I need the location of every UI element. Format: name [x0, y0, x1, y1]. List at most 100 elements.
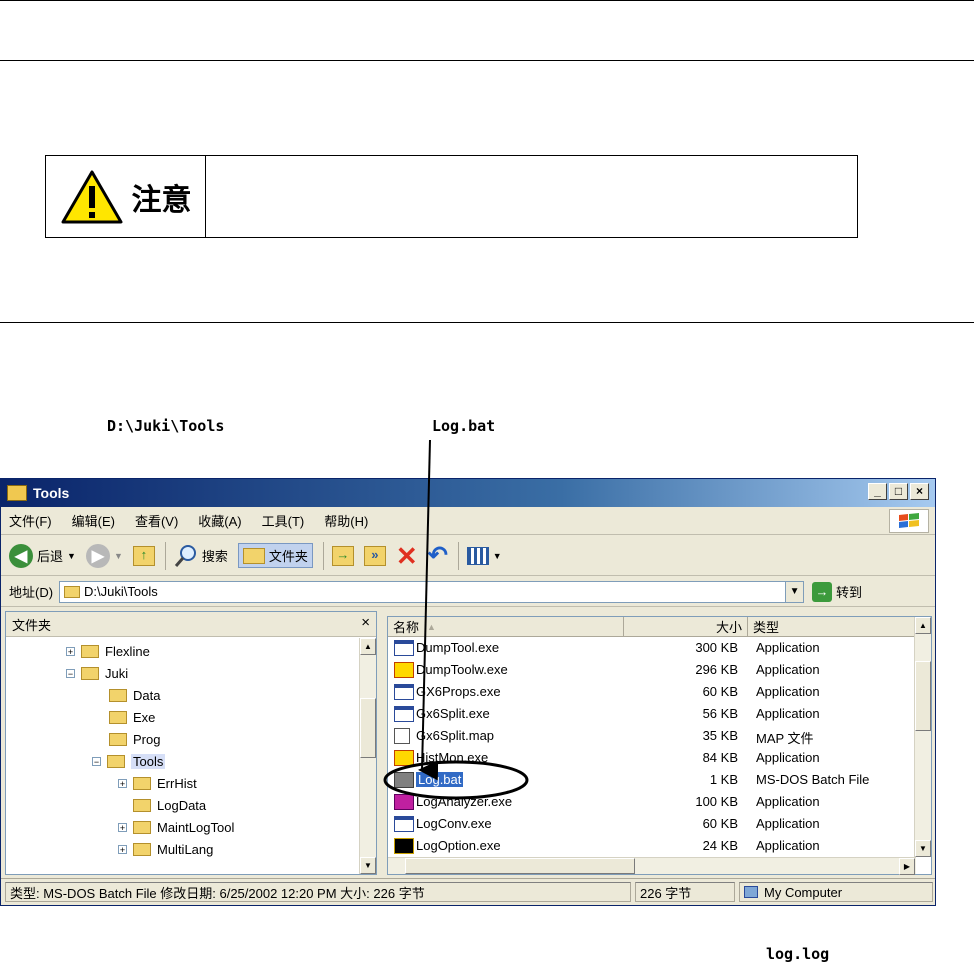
scroll-up-icon[interactable]: ▲	[360, 638, 376, 655]
tree-item-flexline[interactable]: + Flexline	[66, 640, 150, 662]
delete-button[interactable]: ✕	[396, 543, 418, 569]
folder-icon	[133, 798, 151, 812]
collapse-icon[interactable]: −	[92, 756, 101, 766]
expand-icon[interactable]: +	[118, 844, 127, 854]
menu-edit[interactable]: 编辑(E)	[72, 511, 115, 530]
file-list-hscrollbar[interactable]: ▶	[388, 857, 916, 875]
scroll-down-icon[interactable]: ▼	[360, 857, 376, 874]
collapse-icon[interactable]: −	[66, 668, 75, 678]
file-size: 300 KB	[695, 640, 738, 655]
window-title: Tools	[33, 485, 70, 501]
file-row-loganalyzer[interactable]: LogAnalyzer.exe 100 KB Application	[388, 791, 916, 813]
file-type: Application	[756, 816, 820, 831]
undo-icon: ↶	[427, 541, 448, 569]
folders-button[interactable]: 文件夹	[237, 543, 313, 568]
menu-favorites[interactable]: 收藏(A)	[198, 511, 241, 530]
file-name: Log.bat	[416, 772, 464, 787]
back-arrow-icon: ◀	[9, 543, 33, 568]
menu-tools[interactable]: 工具(T)	[262, 511, 305, 530]
up-folder-icon: ↑	[132, 545, 155, 566]
status-zone: My Computer	[739, 882, 933, 902]
file-type: Application	[756, 838, 820, 853]
column-name[interactable]: 名称 ▲	[388, 617, 624, 637]
tree-item-maintlogtool[interactable]: + MaintLogTool	[118, 816, 234, 838]
minimize-button[interactable]: _	[868, 483, 887, 500]
file-row-dumptoolw[interactable]: DumpToolw.exe 296 KB Application	[388, 659, 916, 681]
menu-help[interactable]: 帮助(H)	[324, 511, 368, 530]
expand-icon[interactable]: +	[118, 778, 127, 788]
path-label: D:\Juki\Tools	[107, 417, 225, 435]
caution-label: 注意	[131, 182, 192, 218]
file-row-gx6props[interactable]: GX6Props.exe 60 KB Application	[388, 681, 916, 703]
maximize-button[interactable]: □	[889, 483, 908, 500]
expand-icon[interactable]: +	[118, 822, 127, 832]
file-row-histmon[interactable]: HistMon.exe 84 KB Application	[388, 747, 916, 769]
forward-dropdown-icon[interactable]: ▼	[114, 551, 123, 561]
copy-to-icon: »	[363, 545, 386, 566]
up-folder-button[interactable]: ↑	[132, 545, 155, 566]
address-dropdown-icon[interactable]: ▼	[785, 581, 804, 602]
file-row-logconv[interactable]: LogConv.exe 60 KB Application	[388, 813, 916, 835]
file-size: 60 KB	[702, 816, 738, 831]
tree-item-label: MaintLogTool	[157, 819, 235, 835]
title-bar[interactable]: Tools _ □ ×	[1, 479, 935, 507]
tree-item-multilang[interactable]: + MultiLang	[118, 838, 213, 860]
file-row-dumptool[interactable]: DumpTool.exe 300 KB Application	[388, 637, 916, 659]
tree-item-label: Prog	[133, 731, 161, 747]
folder-icon	[133, 776, 151, 790]
search-icon	[174, 544, 196, 567]
tree-item-prog[interactable]: Prog	[109, 728, 160, 750]
file-size: 84 KB	[702, 750, 738, 765]
tree-item-data[interactable]: Data	[109, 684, 160, 706]
views-dropdown-icon[interactable]: ▼	[493, 551, 502, 561]
scroll-right-icon[interactable]: ▶	[899, 858, 915, 875]
computer-icon	[744, 886, 758, 898]
tree-item-tools[interactable]: − Tools	[92, 750, 166, 772]
tree-item-juki[interactable]: − Juki	[66, 662, 128, 684]
file-name: LogConv.exe	[416, 816, 492, 831]
folder-icon	[109, 688, 127, 702]
app-window-icon	[394, 684, 414, 700]
move-to-button[interactable]: →	[331, 545, 354, 566]
copy-to-button[interactable]: »	[363, 545, 386, 566]
forward-button[interactable]: ▶ ▼	[85, 543, 123, 568]
views-button[interactable]: ▼	[466, 546, 502, 565]
scroll-thumb[interactable]	[915, 661, 931, 731]
tree-item-errhist[interactable]: + ErrHist	[118, 772, 197, 794]
scroll-up-icon[interactable]: ▲	[915, 617, 931, 634]
go-button[interactable]: → 转到	[812, 581, 862, 602]
scroll-thumb[interactable]	[360, 698, 376, 758]
log-file-label: log.log	[766, 945, 830, 963]
file-row-log-bat[interactable]: Log.bat 1 KB MS-DOS Batch File	[388, 769, 916, 791]
column-name-label: 名称	[393, 620, 420, 635]
file-name: GX6Props.exe	[416, 684, 501, 699]
tree-item-exe[interactable]: Exe	[109, 706, 155, 728]
folder-icon	[133, 842, 151, 856]
scroll-down-icon[interactable]: ▼	[915, 840, 931, 857]
close-icon[interactable]: ×	[361, 614, 370, 631]
column-type[interactable]: 类型	[748, 617, 916, 637]
expand-icon[interactable]: +	[66, 646, 75, 656]
address-input[interactable]: D:\Juki\Tools ▼	[59, 580, 805, 603]
back-button[interactable]: ◀ 后退 ▼	[9, 543, 76, 568]
column-size[interactable]: 大小	[624, 617, 748, 637]
file-name: LogAnalyzer.exe	[416, 794, 513, 809]
file-row-gx6split-map[interactable]: Gx6Split.map 35 KB MAP 文件	[388, 725, 916, 747]
search-button[interactable]: 搜索	[174, 544, 228, 568]
undo-button[interactable]: ↶	[427, 541, 448, 569]
hscroll-thumb[interactable]	[405, 858, 635, 874]
folders-scrollbar[interactable]: ▲ ▼	[359, 638, 376, 874]
close-button[interactable]: ×	[910, 483, 929, 500]
tree-item-logdata[interactable]: LogData	[133, 794, 206, 816]
back-dropdown-icon[interactable]: ▼	[67, 551, 76, 561]
address-folder-icon	[64, 585, 81, 598]
menu-view[interactable]: 查看(V)	[135, 511, 178, 530]
log-option-icon	[394, 838, 414, 854]
column-type-label: 类型	[753, 620, 780, 635]
dump-tool-icon	[394, 662, 414, 678]
file-row-logoption[interactable]: LogOption.exe 24 KB Application	[388, 835, 916, 857]
menu-file[interactable]: 文件(F)	[9, 511, 52, 530]
file-size: 60 KB	[702, 684, 738, 699]
file-row-gx6split-exe[interactable]: Gx6Split.exe 56 KB Application	[388, 703, 916, 725]
file-list-scrollbar[interactable]: ▲ ▼	[914, 617, 931, 857]
